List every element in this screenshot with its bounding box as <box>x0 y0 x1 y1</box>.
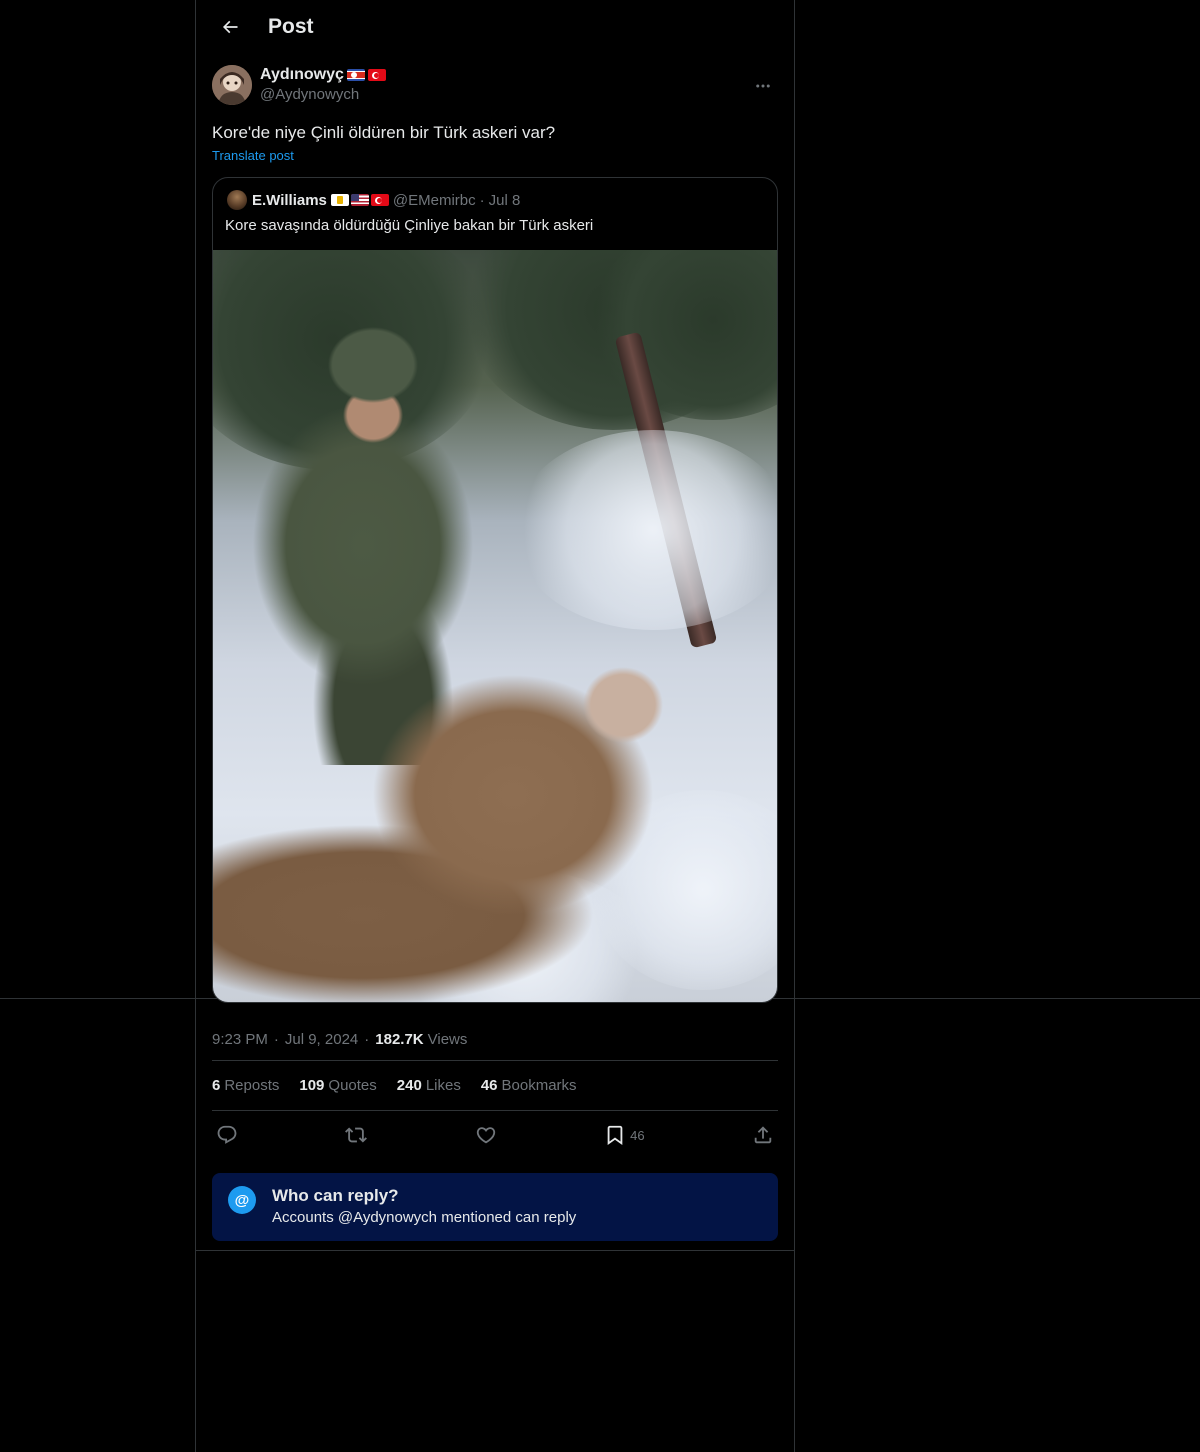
reposts-stat[interactable]: 6 Reposts <box>212 1077 279 1094</box>
bookmarks-label: Bookmarks <box>501 1077 577 1094</box>
turkey-flag-icon <box>370 194 389 206</box>
post-meta: 9:23 PM · Jul 9, 2024 · 182.7K Views <box>212 1019 778 1061</box>
views-label: Views <box>427 1031 468 1048</box>
reply-icon <box>217 1125 237 1144</box>
bookmarks-count: 46 <box>480 1077 498 1094</box>
turkey-flag-icon <box>367 69 386 81</box>
arrow-left-icon <box>222 20 238 33</box>
quoted-post-text: Kore savaşında öldürdüğü Çinliye bakan b… <box>225 217 594 234</box>
quotes-label: Quotes <box>328 1077 377 1094</box>
back-button[interactable] <box>212 9 248 45</box>
quoted-handle: @EMemirbc <box>392 191 476 209</box>
quoted-separator: · <box>479 191 485 209</box>
post-time[interactable]: 9:23 PM <box>212 1031 268 1048</box>
author-handle[interactable]: @Aydynowych <box>260 85 386 105</box>
main-column: Post Aydınowyç @Aydynowych Kore'de niye … <box>195 0 795 1452</box>
us-flag-icon <box>350 194 369 206</box>
post: Aydınowyç @Aydynowych Kore'de niye Çinli… <box>196 65 794 1241</box>
quoted-avatar <box>227 190 247 210</box>
likes-count: 240 <box>396 1077 422 1094</box>
more-dots-icon <box>756 84 770 88</box>
reply-restriction-notice: @ Who can reply? Accounts @Aydynowych me… <box>212 1173 778 1241</box>
reposts-label: Reposts <box>224 1077 280 1094</box>
reply-restriction-subtitle: Accounts @Aydynowych mentioned can reply <box>272 1209 577 1226</box>
post-text: Kore'de niye Çinli öldüren bir Türk aske… <box>212 123 556 142</box>
reply-button[interactable] <box>216 1124 238 1146</box>
photo-fallen-soldier <box>213 645 683 1002</box>
bookmark-button[interactable]: 46 <box>604 1124 645 1146</box>
likes-label: Likes <box>425 1077 461 1094</box>
repost-button[interactable] <box>345 1124 368 1146</box>
reply-restriction-title: Who can reply? <box>272 1186 399 1205</box>
page-title: Post <box>268 14 314 38</box>
heart-icon <box>476 1127 495 1144</box>
photo-snow <box>513 430 777 630</box>
translate-post-link[interactable]: Translate post <box>212 148 294 163</box>
post-header: Post <box>196 0 794 53</box>
quoted-date: Jul 8 <box>488 191 521 209</box>
author-row: Aydınowyç @Aydynowych <box>212 65 778 105</box>
quoted-display-name: E.Williams <box>252 191 327 209</box>
virgin-islands-flag-icon <box>330 194 349 206</box>
share-button[interactable] <box>752 1124 774 1146</box>
at-sign-icon: @ <box>228 1186 256 1214</box>
quotes-count: 109 <box>299 1077 325 1094</box>
author-meta: Aydınowyç @Aydynowych <box>260 65 386 105</box>
reply-restriction-text: Who can reply? Accounts @Aydynowych ment… <box>272 1185 576 1229</box>
bookmarks-stat[interactable]: 46 Bookmarks <box>481 1077 577 1094</box>
post-date[interactable]: Jul 9, 2024 <box>285 1031 358 1048</box>
quoted-post-header: E.Williams @EMemirbc · Jul 8 <box>213 178 777 210</box>
like-button[interactable] <box>475 1124 497 1146</box>
author-display-name[interactable]: Aydınowyç <box>260 65 386 85</box>
meta-separator: · <box>364 1031 370 1048</box>
share-icon <box>754 1126 772 1144</box>
author-name-text: Aydınowyç <box>260 66 344 83</box>
bookmark-count: 46 <box>630 1127 645 1143</box>
post-bottom-divider <box>196 1250 794 1251</box>
quotes-stat[interactable]: 109 Quotes <box>299 1077 376 1094</box>
avatar[interactable] <box>212 65 252 105</box>
post-actions: 46 <box>212 1111 778 1159</box>
likes-stat[interactable]: 240 Likes <box>397 1077 461 1094</box>
quoted-post-photo[interactable] <box>213 250 777 1002</box>
avatar-image-icon <box>212 65 252 105</box>
engagement-stats: 6 Reposts 109 Quotes 240 Likes 46 Bookmarks <box>212 1061 778 1111</box>
views-count: 182.7K <box>375 1031 424 1048</box>
bookmark-icon <box>607 1125 623 1146</box>
meta-separator: · <box>273 1031 279 1048</box>
north-korea-flag-icon <box>346 69 365 81</box>
more-options-button[interactable] <box>748 71 778 101</box>
repost-icon <box>345 1127 368 1143</box>
reposts-count: 6 <box>212 1077 221 1094</box>
quoted-post[interactable]: E.Williams @EMemirbc · Jul 8 Kore savaşı… <box>212 177 778 1003</box>
